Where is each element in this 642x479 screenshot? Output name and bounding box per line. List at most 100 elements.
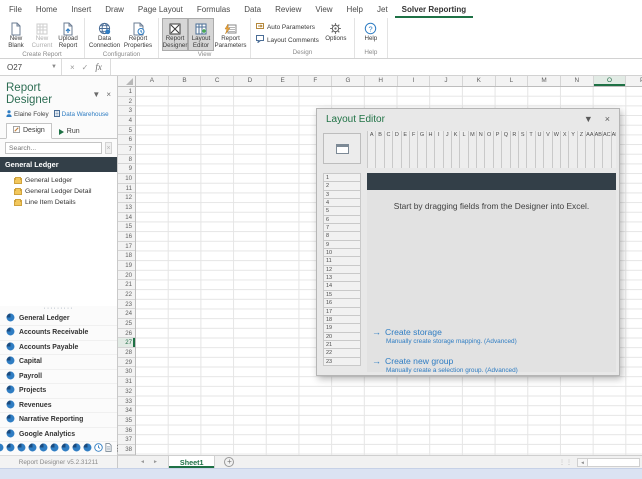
row-header-27[interactable]: 27 bbox=[118, 338, 135, 348]
pane-menu-caret-icon[interactable]: ▼ bbox=[92, 90, 100, 99]
ribbon-tab-page-layout[interactable]: Page Layout bbox=[131, 2, 190, 18]
help-button[interactable]: ? Help bbox=[358, 18, 384, 49]
dialog-column-AB[interactable]: AB bbox=[595, 131, 603, 168]
module-item-narrative-reporting[interactable]: Narrative Reporting bbox=[0, 413, 117, 428]
row-header-23[interactable]: 23 bbox=[118, 300, 135, 310]
row-header-6[interactable]: 6 bbox=[118, 135, 135, 145]
dialog-column-I[interactable]: I bbox=[435, 131, 443, 168]
new-blank-button[interactable]: New Blank bbox=[3, 18, 29, 51]
module-item-accounts-payable[interactable]: Accounts Payable bbox=[0, 341, 117, 356]
row-header-38[interactable]: 38 bbox=[118, 445, 135, 455]
row-header-33[interactable]: 33 bbox=[118, 397, 135, 407]
dialog-column-L[interactable]: L bbox=[460, 131, 468, 168]
dialog-column-Z[interactable]: Z bbox=[578, 131, 586, 168]
sphere-icon[interactable] bbox=[39, 443, 48, 454]
report-designer-button[interactable]: Report Designer bbox=[162, 18, 188, 51]
dialog-column-A[interactable]: A bbox=[368, 131, 376, 168]
row-header-37[interactable]: 37 bbox=[118, 435, 135, 445]
dialog-row-15[interactable]: 15 bbox=[324, 291, 361, 299]
dialog-row-13[interactable]: 13 bbox=[324, 274, 361, 282]
row-header-22[interactable]: 22 bbox=[118, 290, 135, 300]
column-header-K[interactable]: K bbox=[463, 76, 496, 86]
options-button[interactable]: Options bbox=[321, 18, 351, 49]
column-header-F[interactable]: F bbox=[299, 76, 332, 86]
column-header-B[interactable]: B bbox=[169, 76, 202, 86]
dialog-row-7[interactable]: 7 bbox=[324, 224, 361, 232]
column-header-N[interactable]: N bbox=[561, 76, 594, 86]
dialog-column-Q[interactable]: Q bbox=[502, 131, 510, 168]
spreadsheet[interactable]: ABCDEFGHIJKLMNOP 12345678910111213141516… bbox=[118, 76, 642, 455]
dialog-column-C[interactable]: C bbox=[385, 131, 393, 168]
row-header-4[interactable]: 4 bbox=[118, 116, 135, 126]
dialog-close-icon[interactable]: × bbox=[605, 114, 610, 124]
scrollbar-grip-icon[interactable]: ⋮⋮ bbox=[559, 459, 573, 466]
module-item-revenues[interactable]: Revenues bbox=[0, 399, 117, 414]
sphere-icon[interactable] bbox=[0, 443, 4, 454]
sphere-icon[interactable] bbox=[17, 443, 26, 454]
ribbon-tab-data[interactable]: Data bbox=[237, 2, 268, 18]
layout-comments-button[interactable]: Layout Comments bbox=[256, 35, 319, 45]
column-header-J[interactable]: J bbox=[430, 76, 463, 86]
dialog-column-G[interactable]: G bbox=[418, 131, 426, 168]
dialog-row-21[interactable]: 21 bbox=[324, 341, 361, 349]
row-header-31[interactable]: 31 bbox=[118, 377, 135, 387]
dialog-column-E[interactable]: E bbox=[402, 131, 410, 168]
confirm-entry-icon[interactable]: ✓ bbox=[82, 63, 89, 72]
new-current-button[interactable]: New Current bbox=[29, 18, 55, 51]
dialog-row-14[interactable]: 14 bbox=[324, 282, 361, 290]
dialog-column-J[interactable]: J bbox=[444, 131, 452, 168]
create-new-group-link[interactable]: → Create new group bbox=[372, 356, 518, 366]
sphere-icon[interactable] bbox=[50, 443, 59, 454]
column-header-I[interactable]: I bbox=[398, 76, 431, 86]
dialog-row-20[interactable]: 20 bbox=[324, 333, 361, 341]
row-header-28[interactable]: 28 bbox=[118, 348, 135, 358]
row-header-13[interactable]: 13 bbox=[118, 203, 135, 213]
row-header-19[interactable]: 19 bbox=[118, 261, 135, 271]
ribbon-tab-jet[interactable]: Jet bbox=[370, 2, 395, 18]
name-box-caret-icon[interactable]: ▼ bbox=[51, 64, 57, 70]
row-header-24[interactable]: 24 bbox=[118, 309, 135, 319]
dialog-column-D[interactable]: D bbox=[393, 131, 401, 168]
row-header-5[interactable]: 5 bbox=[118, 126, 135, 136]
row-header-36[interactable]: 36 bbox=[118, 426, 135, 436]
row-header-1[interactable]: 1 bbox=[118, 87, 135, 97]
module-item-payroll[interactable]: Payroll bbox=[0, 370, 117, 385]
column-header-A[interactable]: A bbox=[136, 76, 169, 86]
ribbon-tab-help[interactable]: Help bbox=[340, 2, 370, 18]
row-header-17[interactable]: 17 bbox=[118, 242, 135, 252]
sphere-icon[interactable] bbox=[6, 443, 15, 454]
sheet-nav-left-icon[interactable]: ◄ bbox=[140, 459, 145, 465]
dialog-column-AD[interactable]: AD bbox=[612, 131, 616, 168]
tab-design[interactable]: Design bbox=[6, 123, 52, 139]
dialog-column-H[interactable]: H bbox=[427, 131, 435, 168]
dialog-row-6[interactable]: 6 bbox=[324, 216, 361, 224]
layout-editor-button[interactable]: Layout Editor bbox=[188, 18, 214, 51]
auto-parameters-button[interactable]: Auto Parameters bbox=[256, 22, 319, 32]
search-input[interactable] bbox=[5, 142, 102, 154]
row-header-30[interactable]: 30 bbox=[118, 367, 135, 377]
row-header-21[interactable]: 21 bbox=[118, 280, 135, 290]
module-item-accounts-receivable[interactable]: Accounts Receivable bbox=[0, 326, 117, 341]
dialog-column-O[interactable]: O bbox=[485, 131, 493, 168]
ribbon-tab-formulas[interactable]: Formulas bbox=[190, 2, 237, 18]
formula-input[interactable] bbox=[111, 59, 642, 75]
dialog-row-5[interactable]: 5 bbox=[324, 207, 361, 215]
dialog-menu-caret-icon[interactable]: ▼ bbox=[584, 114, 593, 124]
dialog-row-18[interactable]: 18 bbox=[324, 316, 361, 324]
ribbon-tab-file[interactable]: File bbox=[2, 2, 29, 18]
ribbon-tab-solver-reporting[interactable]: Solver Reporting bbox=[395, 2, 473, 18]
tree-item[interactable]: General Ledger Detail bbox=[14, 186, 117, 197]
clock-icon[interactable] bbox=[94, 443, 103, 454]
name-box[interactable]: O27 ▼ bbox=[0, 59, 62, 75]
dialog-row-9[interactable]: 9 bbox=[324, 241, 361, 249]
row-header-25[interactable]: 25 bbox=[118, 319, 135, 329]
dialog-sheet-button[interactable] bbox=[323, 133, 361, 164]
tab-run[interactable]: Run bbox=[52, 125, 87, 139]
select-all-corner[interactable] bbox=[118, 76, 136, 86]
upload-report-button[interactable]: Upload Report bbox=[55, 18, 81, 51]
column-header-P[interactable]: P bbox=[626, 76, 642, 86]
data-connection-button[interactable]: Data Connection bbox=[88, 18, 121, 51]
dialog-column-AC[interactable]: AC bbox=[603, 131, 612, 168]
document-icon[interactable] bbox=[105, 443, 112, 454]
dialog-column-B[interactable]: B bbox=[376, 131, 384, 168]
